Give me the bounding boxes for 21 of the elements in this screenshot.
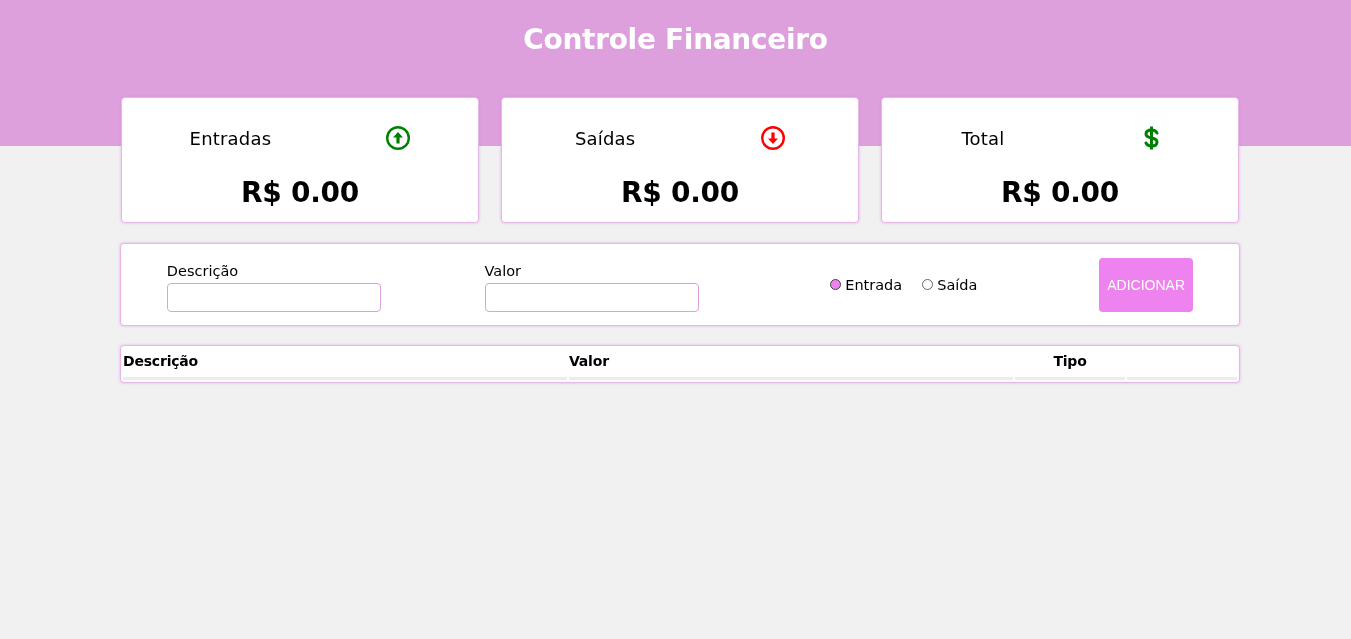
field-label: Valor [484,261,522,281]
arrow-down-circle-icon [761,126,786,150]
card-label: Total [961,127,1005,149]
radio-icon[interactable] [830,279,842,290]
input-field[interactable] [484,282,699,312]
input-field[interactable] [166,282,381,312]
radio-option[interactable]: Entrada [830,276,903,293]
page-title: Controle Financeiro [523,22,828,58]
column-header: Tipo [1053,353,1087,369]
field-label: Descrição [166,261,239,281]
card-amount: R$ 0.00 [240,176,360,210]
radio-option[interactable]: Saída [922,276,978,293]
card-label: Saídas [574,127,636,149]
column-header: Descrição [123,353,198,369]
card-amount: R$ 0.00 [620,176,740,210]
column-header: Valor [569,353,609,369]
radio-icon[interactable] [922,279,934,290]
card-amount: R$ 0.00 [1000,176,1120,210]
arrow-up-circle-icon [386,126,411,150]
dollar-icon [1143,126,1159,150]
card-label: Entradas [189,127,272,149]
